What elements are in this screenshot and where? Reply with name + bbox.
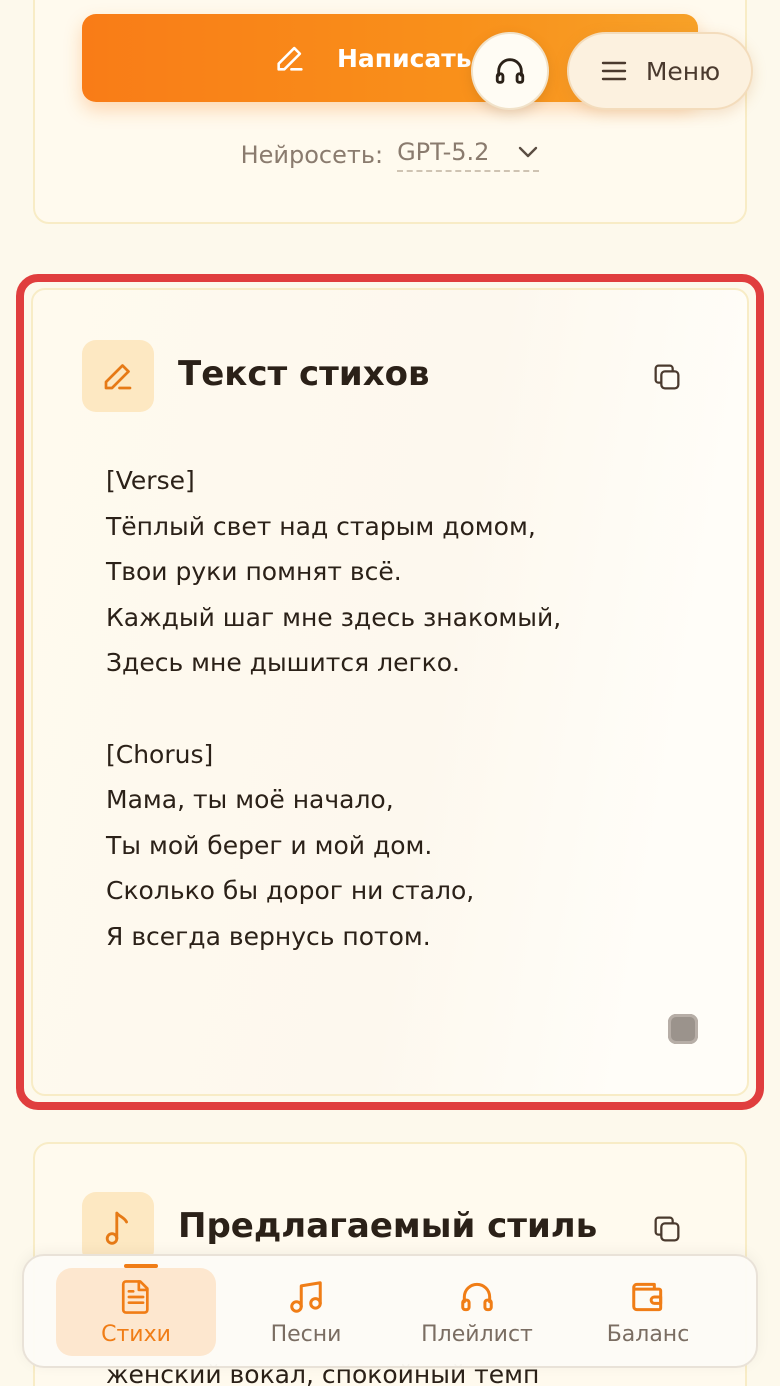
- model-select[interactable]: GPT-5.2: [397, 138, 540, 172]
- player-button[interactable]: [471, 32, 549, 110]
- lyrics-line: [Chorus]: [106, 739, 214, 769]
- pencil-icon: [104, 364, 132, 390]
- nav-label: Баланс: [606, 1321, 690, 1347]
- nav-label: Стихи: [101, 1321, 171, 1347]
- lyrics-line: Мама, ты моё начало,: [106, 785, 394, 815]
- model-value: GPT-5.2: [397, 138, 490, 166]
- copy-lyrics-button[interactable]: [650, 360, 684, 394]
- lyrics-line: Я всегда вернусь потом.: [106, 921, 431, 951]
- headphones-icon: [495, 58, 525, 84]
- lyrics-line: Сколько бы дорог ни стало,: [106, 876, 475, 906]
- nav-label: Плейлист: [421, 1321, 533, 1347]
- lyrics-line: Тёплый свет над старым домом,: [106, 511, 536, 541]
- lyrics-line: Твои руки помнят всё.: [106, 557, 402, 587]
- model-label: Нейросеть:: [240, 141, 384, 169]
- lyrics-line: [Verse]: [106, 466, 195, 495]
- pencil-icon: [277, 46, 303, 71]
- chevron-down-icon: [519, 146, 538, 158]
- bottom-nav: Стихи Песни Плейлист Баланс: [22, 1254, 758, 1368]
- headphones-icon: [461, 1282, 493, 1311]
- active-tab-indicator: [124, 1264, 158, 1268]
- music-note-icon: [105, 1211, 128, 1245]
- lyrics-card-title: Текст стихов: [178, 354, 430, 394]
- lyrics-card-icon: [82, 340, 154, 412]
- nav-item-balance[interactable]: Баланс: [568, 1268, 728, 1356]
- model-row: Нейросеть: GPT-5.2: [0, 138, 780, 172]
- copy-style-button[interactable]: [650, 1212, 684, 1246]
- nav-item-playlist[interactable]: Плейлист: [397, 1268, 557, 1356]
- lyrics-line: Ты мой берег и мой дом.: [106, 830, 433, 860]
- hamburger-icon: [601, 61, 627, 81]
- nav-item-songs[interactable]: Песни: [226, 1268, 386, 1356]
- copy-icon: [654, 364, 680, 390]
- style-card-title: Предлагаемый стиль: [178, 1206, 598, 1246]
- menu-label: Меню: [645, 56, 721, 86]
- lyrics-line: Здесь мне дышится легко.: [106, 648, 460, 678]
- menu-button[interactable]: Меню: [567, 32, 753, 110]
- wallet-icon: [632, 1282, 663, 1311]
- lyrics-line: Каждый шаг мне здесь знакомый,: [106, 602, 562, 632]
- nav-label: Песни: [270, 1321, 342, 1347]
- music-notes-icon: [290, 1280, 322, 1313]
- lyrics-text[interactable]: [Verse] Тёплый свет над старым домом, Тв…: [106, 458, 561, 960]
- document-icon: [121, 1279, 149, 1314]
- copy-icon: [654, 1216, 680, 1242]
- resize-handle[interactable]: [668, 1014, 698, 1044]
- lyrics-line: [106, 686, 561, 732]
- nav-item-poems[interactable]: Стихи: [56, 1268, 216, 1356]
